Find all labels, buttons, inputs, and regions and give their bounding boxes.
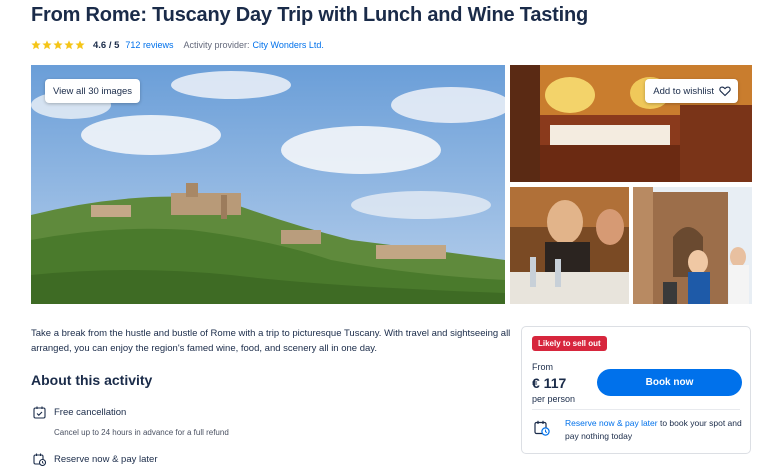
image-gallery: View all 30 images Add to wishlist <box>31 65 752 304</box>
star-half-icon <box>75 40 85 50</box>
calendar-clock-icon <box>33 453 46 466</box>
feature-subtext: Cancel up to 24 hours in advance for a f… <box>54 428 229 437</box>
free-cancellation-feature: Free cancellation <box>33 406 126 419</box>
reserve-pay-later-link[interactable]: Reserve now & pay later <box>565 418 658 428</box>
provider-label: Activity provider: <box>183 40 250 50</box>
calendar-clock-icon <box>534 420 550 436</box>
heart-icon <box>719 86 731 97</box>
wishlist-label: Add to wishlist <box>653 85 714 97</box>
view-all-images-button[interactable]: View all 30 images <box>45 79 141 103</box>
reviews-link[interactable]: 712 reviews <box>125 40 173 50</box>
wine-tasting-image[interactable] <box>510 187 629 304</box>
price-value: € 117 <box>532 375 567 391</box>
rating-row: 4.6 / 5 712 reviews Activity provider: C… <box>31 37 324 53</box>
about-section-title: About this activity <box>31 372 153 388</box>
star-icon <box>64 40 74 50</box>
reserve-pay-later-feature: Reserve now & pay later <box>33 453 158 466</box>
star-icon <box>42 40 52 50</box>
booking-card: Likely to sell out From € 117 per person… <box>521 326 751 454</box>
feature-label: Reserve now & pay later <box>54 454 158 465</box>
book-now-button[interactable]: Book now <box>597 369 742 396</box>
star-rating <box>31 40 85 50</box>
restaurant-image[interactable]: Add to wishlist <box>510 65 752 182</box>
main-image[interactable]: View all 30 images <box>31 65 505 304</box>
provider-link[interactable]: City Wonders Ltd. <box>252 40 323 50</box>
activity-description: Take a break from the hustle and bustle … <box>31 328 511 354</box>
street-tour-image[interactable] <box>633 187 752 304</box>
price-unit: per person <box>532 394 576 404</box>
divider <box>532 409 740 410</box>
star-icon <box>31 40 41 50</box>
price-from-label: From <box>532 362 553 372</box>
page-title: From Rome: Tuscany Day Trip with Lunch a… <box>31 4 589 26</box>
reserve-info: Reserve now & pay later to book your spo… <box>565 417 745 443</box>
feature-label: Free cancellation <box>54 407 127 418</box>
add-to-wishlist-button[interactable]: Add to wishlist <box>645 79 738 103</box>
star-icon <box>53 40 63 50</box>
rating-score: 4.6 / 5 <box>93 39 120 51</box>
sell-out-badge: Likely to sell out <box>532 336 607 351</box>
calendar-check-icon <box>33 406 46 419</box>
